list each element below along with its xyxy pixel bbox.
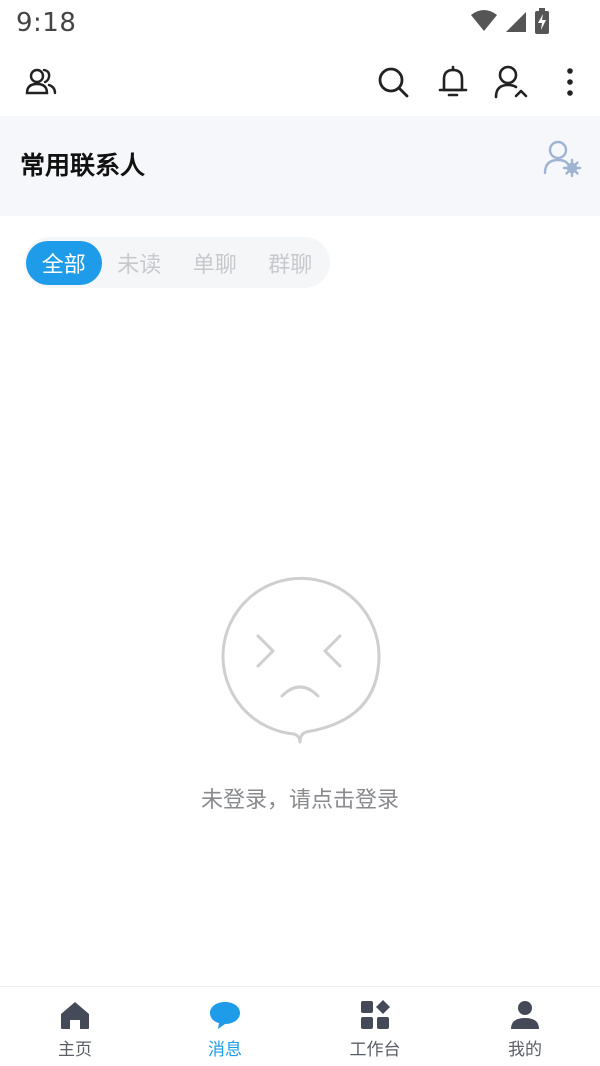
bottom-nav: 主页 消息 工作台 我的	[0, 986, 600, 1066]
contacts-icon[interactable]	[21, 62, 61, 102]
person-icon	[508, 999, 542, 1031]
nav-profile[interactable]: 我的	[450, 987, 600, 1066]
user-settings-icon[interactable]	[542, 138, 582, 178]
status-time: 9:18	[16, 8, 77, 38]
battery-charging-icon	[534, 8, 550, 38]
tab-all[interactable]: 全部	[26, 240, 102, 285]
nav-workbench[interactable]: 工作台	[300, 987, 450, 1066]
frequent-contacts-title: 常用联系人	[20, 151, 146, 180]
sad-face-icon	[218, 574, 384, 754]
home-icon	[58, 999, 92, 1031]
bell-icon[interactable]	[433, 62, 473, 102]
tab-single-chat[interactable]: 单聊	[177, 241, 253, 285]
cellular-signal-icon	[504, 9, 528, 37]
search-icon[interactable]	[373, 62, 413, 102]
frequent-contacts-card: 常用联系人	[0, 116, 600, 216]
status-bar: 9:18	[0, 0, 600, 46]
nav-messages-label: 消息	[208, 1040, 242, 1060]
nav-profile-label: 我的	[508, 1040, 542, 1060]
login-prompt-text[interactable]: 未登录，请点击登录	[0, 782, 600, 814]
nav-workbench-label: 工作台	[349, 1040, 401, 1060]
nav-messages[interactable]: 消息	[150, 987, 300, 1066]
message-filter-tabs: 全部 未读 单聊 群聊	[24, 237, 330, 288]
nav-home-label: 主页	[58, 1040, 92, 1060]
more-vertical-icon[interactable]	[550, 62, 590, 102]
wifi-icon	[470, 9, 498, 37]
nav-home[interactable]: 主页	[0, 987, 150, 1066]
apps-grid-icon	[358, 999, 392, 1031]
tab-group-chat[interactable]: 群聊	[253, 241, 329, 285]
user-icon[interactable]	[491, 62, 531, 102]
chat-icon	[208, 999, 242, 1031]
status-icons	[470, 8, 550, 38]
tab-unread[interactable]: 未读	[102, 241, 178, 285]
app-bar	[0, 50, 600, 112]
